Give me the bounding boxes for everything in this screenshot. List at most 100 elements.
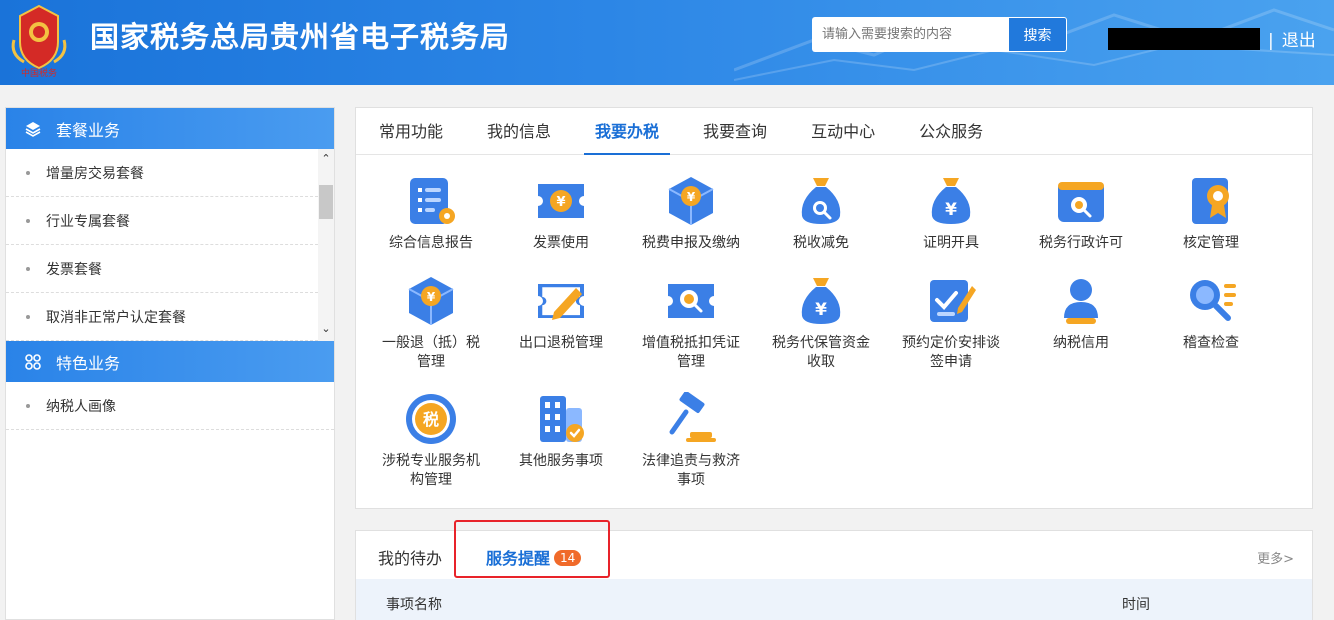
service-label: 税务行政许可 <box>1039 235 1123 251</box>
tab-interaction-center[interactable]: 互动中心 <box>800 108 886 154</box>
service-label: 税收减免 <box>793 235 849 251</box>
ticket-search-icon <box>668 284 714 318</box>
layers-icon <box>25 121 41 137</box>
tab-public-service[interactable]: 公众服务 <box>908 108 994 154</box>
service-apa-application[interactable]: 预约定价安排谈签申请 <box>896 274 1006 372</box>
sidebar-item-label: 发票套餐 <box>46 261 102 278</box>
top-header: 中国税务 国家税务总局贵州省电子税务局 搜索 | 退出 <box>0 0 1334 85</box>
tax-cube-icon: ¥ <box>668 177 714 225</box>
main-tabs: 常用功能 我的信息 我要办税 我要查询 互动中心 公众服务 <box>356 108 1312 155</box>
svg-text:¥: ¥ <box>687 190 696 204</box>
service-tax-declare-pay[interactable]: ¥ 税费申报及缴纳 <box>636 174 746 253</box>
sidebar-group-title: 套餐业务 <box>56 120 121 140</box>
document-badge-icon <box>1192 178 1229 224</box>
tab-my-todo[interactable]: 我的待办 <box>378 545 442 569</box>
tab-query[interactable]: 我要查询 <box>692 108 778 154</box>
sidebar-item-industry-package[interactable]: 行业专属套餐 <box>6 197 318 245</box>
service-audit-inspection[interactable]: 稽查检查 <box>1156 274 1266 353</box>
bullet-dot <box>26 314 30 319</box>
service-label: 涉税专业服务机构管理 <box>382 453 480 488</box>
window-search-icon <box>1058 182 1104 222</box>
scroll-down-icon[interactable]: ⌄ <box>318 321 334 337</box>
service-general-refund[interactable]: ¥ 一般退（抵）税管理 <box>376 274 486 372</box>
scroll-up-icon[interactable]: ⌃ <box>318 151 334 167</box>
logout-link[interactable]: 退出 <box>1282 31 1316 51</box>
service-export-refund[interactable]: 出口退税管理 <box>506 274 616 353</box>
checklist-pen-icon <box>930 280 976 322</box>
service-label: 纳税信用 <box>1053 335 1109 351</box>
redacted-username <box>1108 28 1260 50</box>
money-bag-icon: ¥ <box>801 278 841 324</box>
bullet-dot <box>26 170 30 175</box>
sidebar-scrollbar[interactable]: ⌃ ⌄ <box>318 149 334 341</box>
tax-emblem-logo: 中国税务 <box>11 4 67 79</box>
service-label: 其他服务事项 <box>519 453 603 469</box>
report-gear-icon <box>410 178 455 224</box>
sidebar-group-package[interactable]: 套餐业务 <box>6 108 334 149</box>
sidebar-group-featured[interactable]: 特色业务 <box>6 341 334 382</box>
search-input[interactable] <box>812 17 1008 52</box>
task-panel: 我的待办 服务提醒 14 更多> 事项名称 时间 <box>355 520 1313 620</box>
service-label: 发票使用 <box>533 235 589 251</box>
service-label: 法律追责与救济事项 <box>642 453 740 488</box>
service-label: 出口退税管理 <box>519 335 603 351</box>
service-label: 综合信息报告 <box>389 235 473 251</box>
tab-handle-tax[interactable]: 我要办税 <box>584 108 671 155</box>
sidebar: 套餐业务 增量房交易套餐 行业专属套餐 发票套餐 取消非正常户认定套餐 ⌃ ⌄ … <box>5 107 335 620</box>
user-credit-icon <box>1064 279 1098 324</box>
building-check-icon <box>540 396 584 442</box>
service-assessment-management[interactable]: 核定管理 <box>1156 174 1266 253</box>
svg-text:¥: ¥ <box>945 200 957 220</box>
service-custody-fund[interactable]: ¥ 税务代保管资金收取 <box>766 274 876 372</box>
sidebar-item-housing-package[interactable]: 增量房交易套餐 <box>6 149 318 197</box>
table-header: 事项名称 时间 <box>356 579 1312 620</box>
site-title: 国家税务总局贵州省电子税务局 <box>90 20 511 54</box>
column-header-time: 时间 <box>1122 597 1150 613</box>
service-label: 证明开具 <box>923 235 979 251</box>
sidebar-item-taxpayer-portrait[interactable]: 纳税人画像 <box>6 382 334 430</box>
tax-seal-icon: 税 <box>406 394 456 444</box>
money-bag-search-icon <box>801 178 841 224</box>
gavel-icon <box>669 392 716 442</box>
scrollbar-thumb[interactable] <box>319 185 333 219</box>
service-certificate-issue[interactable]: ¥ 证明开具 <box>896 174 1006 253</box>
sidebar-item-label: 取消非正常户认定套餐 <box>46 309 186 326</box>
svg-text:中国税务: 中国税务 <box>21 67 57 79</box>
svg-text:¥: ¥ <box>815 300 827 320</box>
service-admin-license[interactable]: 税务行政许可 <box>1026 174 1136 253</box>
svg-text:¥: ¥ <box>556 195 565 210</box>
service-label: 税费申报及缴纳 <box>642 235 740 251</box>
sidebar-item-invoice-package[interactable]: 发票套餐 <box>6 245 318 293</box>
more-link[interactable]: 更多> <box>1257 548 1294 567</box>
service-professional-agency[interactable]: 税 涉税专业服务机构管理 <box>376 392 486 490</box>
sidebar-item-cancel-abnormal-package[interactable]: 取消非正常户认定套餐 <box>6 293 318 341</box>
bullet-dot <box>26 218 30 223</box>
svg-text:税: 税 <box>423 410 439 429</box>
search-button[interactable]: 搜索 <box>1008 17 1067 52</box>
grid-circles-icon <box>25 353 41 370</box>
service-other-matters[interactable]: 其他服务事项 <box>506 392 616 471</box>
refund-cube-icon: ¥ <box>408 277 454 325</box>
sidebar-item-label: 行业专属套餐 <box>46 213 130 230</box>
service-comprehensive-report[interactable]: 综合信息报告 <box>376 174 486 253</box>
bullet-dot <box>26 266 30 271</box>
service-label: 预约定价安排谈签申请 <box>902 335 1000 370</box>
tab-my-info[interactable]: 我的信息 <box>476 108 562 154</box>
service-legal-remedy[interactable]: 法律追责与救济事项 <box>636 392 746 490</box>
edit-card-icon <box>538 284 584 320</box>
service-tax-credit[interactable]: 纳税信用 <box>1026 274 1136 353</box>
service-invoice-use[interactable]: ¥ 发票使用 <box>506 174 616 253</box>
tab-common-functions[interactable]: 常用功能 <box>368 108 454 154</box>
logout-area: | 退出 <box>1268 26 1316 51</box>
service-tax-reduction[interactable]: 税收减免 <box>766 174 876 253</box>
highlight-box <box>454 520 610 578</box>
task-tabs: 我的待办 服务提醒 14 更多> <box>356 520 1312 578</box>
invoice-ticket-icon: ¥ <box>538 184 584 218</box>
service-vat-deduction-voucher[interactable]: 增值税抵扣凭证管理 <box>636 274 746 372</box>
service-label: 一般退（抵）税管理 <box>382 335 480 370</box>
service-label: 增值税抵扣凭证管理 <box>642 335 740 370</box>
money-bag-yen-icon: ¥ <box>931 178 971 224</box>
service-label: 稽查检查 <box>1183 335 1239 351</box>
main-panel: 常用功能 我的信息 我要办税 我要查询 互动中心 公众服务 综合信息报告 ¥ 发… <box>355 107 1313 509</box>
sidebar-package-list: 增量房交易套餐 行业专属套餐 发票套餐 取消非正常户认定套餐 ⌃ ⌄ <box>6 149 334 341</box>
